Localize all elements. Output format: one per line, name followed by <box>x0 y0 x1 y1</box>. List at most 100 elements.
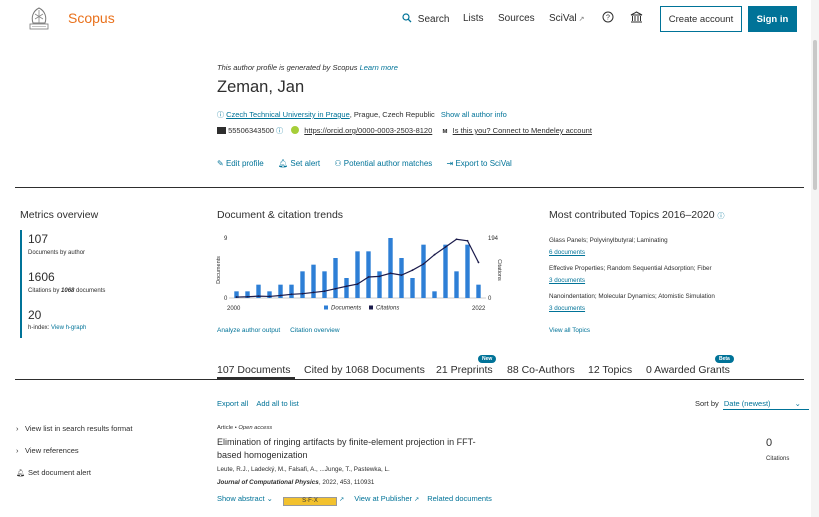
help-icon[interactable]: ? <box>602 11 614 26</box>
potential-matches-action[interactable]: ⚇ Potential author matches <box>334 159 434 168</box>
export-scival-label: Export to SciVal <box>455 159 512 168</box>
sign-in-button[interactable]: Sign in <box>748 6 797 32</box>
x-tick-label: 2022 <box>472 306 486 312</box>
citation-point <box>279 294 282 297</box>
document-bar <box>432 291 437 298</box>
institution-icon[interactable] <box>630 11 643 26</box>
view-at-publisher-link[interactable]: View at Publisher ↗ <box>354 494 419 503</box>
citation-point <box>290 293 293 296</box>
document-bar <box>476 284 481 298</box>
set-document-alert-label: Set document alert <box>28 468 91 477</box>
add-all-to-list-link[interactable]: Add all to list <box>256 399 299 408</box>
topic-documents-link[interactable]: 3 documents <box>549 305 585 312</box>
external-link-icon: ↗ <box>578 16 585 23</box>
top-header: Scopus Search Lists Sources SciVal ↗ ? Cr… <box>0 0 819 40</box>
export-icon: ⇥ <box>446 159 454 168</box>
mendeley-connect-link[interactable]: Is this you? Connect to Mendeley account <box>453 126 592 135</box>
tab-documents[interactable]: 107 Documents <box>217 364 291 376</box>
tab-cited-by[interactable]: Cited by 1068 Documents <box>304 364 425 376</box>
show-abstract-toggle[interactable]: Show abstract ⌄ <box>217 494 273 503</box>
nav-lists[interactable]: Lists <box>463 13 484 24</box>
x-tick-label: 2000 <box>227 306 241 312</box>
scopus-brand[interactable]: Scopus <box>68 10 115 26</box>
sfx-button[interactable]: S·F·X <box>283 497 338 506</box>
tab-preprints[interactable]: 21 Preprints <box>436 364 493 376</box>
bell-icon: 🔔︎ <box>277 159 289 168</box>
topic-name: Effective Properties; Random Sequential … <box>549 265 712 272</box>
view-list-results-format[interactable]: › View list in search results format <box>16 424 132 433</box>
h-index-value: 20 <box>28 308 42 322</box>
scrollbar-thumb[interactable] <box>813 40 817 190</box>
view-references[interactable]: › View references <box>16 446 79 455</box>
edit-profile-action[interactable]: ✎ Edit profile <box>217 159 266 168</box>
set-document-alert[interactable]: 🔔︎ Set document alert <box>16 468 91 477</box>
bell-icon: 🔔︎ <box>16 470 25 477</box>
document-title-line2[interactable]: based homogenization <box>217 450 308 460</box>
citation-point <box>378 275 381 278</box>
sort-control[interactable]: Sort by Date (newest) ⌄ <box>695 399 801 408</box>
topic-documents-link[interactable]: 3 documents <box>549 277 585 284</box>
author-name: Zeman, Jan <box>217 78 305 96</box>
tab-topics[interactable]: 12 Topics <box>588 364 632 376</box>
show-abstract-label: Show abstract <box>217 494 265 503</box>
view-all-topics-link[interactable]: View all Topics <box>549 327 590 334</box>
open-access-label: Open access <box>238 425 273 431</box>
export-all-link[interactable]: Export all <box>217 399 248 408</box>
document-bar <box>344 278 349 298</box>
citation-point <box>246 295 249 298</box>
citations-count: 1606 <box>28 270 55 284</box>
citation-overview-link[interactable]: Citation overview <box>290 327 340 334</box>
y-right-tick-label: 194 <box>488 236 499 242</box>
affiliation-location: , Prague, Czech Republic <box>349 110 435 119</box>
document-authors[interactable]: Leute, R.J., Ladecký, M., Falsafi, A., .… <box>217 466 390 473</box>
sort-select[interactable]: Date (newest) <box>724 399 771 408</box>
document-bar <box>333 258 338 298</box>
citation-point <box>257 295 260 298</box>
view-references-label: View references <box>25 446 79 455</box>
topic-name: Nanoindentation; Molecular Dynamics; Ato… <box>549 293 715 300</box>
journal-name[interactable]: Journal of Computational Physics <box>217 479 319 486</box>
nav-sources[interactable]: Sources <box>498 13 535 24</box>
tab-awarded-grants[interactable]: 0 Awarded Grants <box>646 364 730 376</box>
sfx-label: S·F·X <box>302 498 318 504</box>
create-account-button[interactable]: Create account <box>660 6 742 32</box>
citation-point <box>444 246 447 248</box>
document-title-line1[interactable]: Elimination of ringing artifacts by fini… <box>217 437 476 447</box>
document-source: Journal of Computational Physics, 2022, … <box>217 479 374 486</box>
analyze-author-output-link[interactable]: Analyze author output <box>217 327 280 334</box>
show-all-author-info-link[interactable]: Show all author info <box>441 110 507 119</box>
export-scival-action[interactable]: ⇥ Export to SciVal <box>447 159 512 168</box>
external-link-icon: ↗ <box>414 497 420 503</box>
nav-scival[interactable]: SciVal ↗ <box>549 13 584 24</box>
related-documents-link[interactable]: Related documents <box>427 494 492 503</box>
info-icon[interactable]: ⓘ <box>718 213 725 220</box>
info-icon[interactable]: ⓘ <box>276 128 283 135</box>
document-citations-label: Citations <box>766 456 790 462</box>
document-bar <box>289 284 294 298</box>
citation-point <box>334 287 337 290</box>
tab-co-authors[interactable]: 88 Co-Authors <box>507 364 575 376</box>
topic-documents-link[interactable]: 6 documents <box>549 249 585 256</box>
nav-search[interactable]: Search <box>402 13 449 26</box>
y-right-axis-title: Citations <box>496 259 502 281</box>
citation-point <box>422 263 425 265</box>
metrics-title: Metrics overview <box>20 209 99 221</box>
legend-citations-swatch <box>369 305 373 310</box>
generated-note-text: This author profile is generated by Scop… <box>217 63 358 72</box>
learn-more-link[interactable]: Learn more <box>360 63 398 72</box>
set-alert-action[interactable]: 🔔︎ Set alert <box>278 159 322 168</box>
topics-title: Most contributed Topics 2016–2020 ⓘ <box>549 209 725 221</box>
elsevier-logo[interactable] <box>26 5 52 33</box>
document-bar <box>465 244 470 298</box>
orcid-link[interactable]: https://orcid.org/0000-0003-2503-8120 <box>304 126 432 135</box>
document-bar <box>399 258 404 298</box>
nav-search-label: Search <box>417 14 450 25</box>
edit-profile-label: Edit profile <box>225 159 264 168</box>
topic-name: Glass Panels; Polyvinylbutyral; Laminati… <box>549 237 668 244</box>
citation-point <box>301 292 304 295</box>
citation-point <box>268 295 271 298</box>
documents-count: 107 <box>28 232 49 246</box>
view-h-graph-link[interactable]: View h-graph <box>51 325 86 331</box>
y-left-tick-label: 9 <box>224 236 228 242</box>
affiliation-link[interactable]: Czech Technical University in Prague <box>226 110 350 119</box>
